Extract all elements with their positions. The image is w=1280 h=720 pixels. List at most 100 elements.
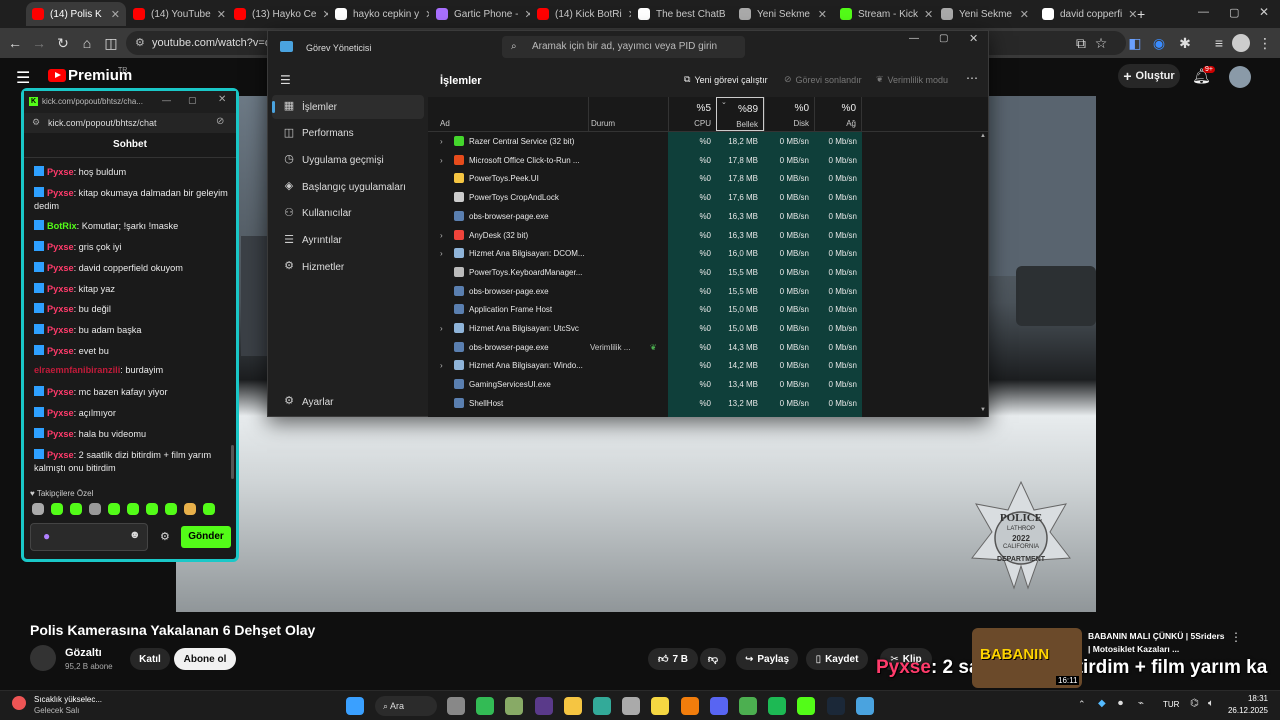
process-row[interactable]: obs-browser-page.exe %0 16,3 MB 0 MB/sn 0 Mb… — [428, 208, 988, 227]
chrome-icon[interactable] — [739, 697, 757, 715]
like-button[interactable]: 👍︎ 7 B — [648, 648, 698, 670]
tm-hamburger-icon[interactable]: ☰ — [280, 73, 291, 87]
new-tab-button[interactable]: + — [1137, 6, 1145, 22]
browser-tab[interactable]: hayko cepkin y ✕ — [329, 2, 429, 26]
reload-icon[interactable]: ↻ — [54, 34, 72, 52]
kick-eye-off-icon[interactable]: ⊘ — [216, 116, 224, 127]
col-disk-header[interactable]: %0 Disk — [764, 97, 814, 131]
tm-minimize-icon[interactable]: — — [909, 33, 919, 44]
tm-nav-item[interactable]: ▦ İşlemler — [272, 95, 424, 119]
clock-date[interactable]: 26.12.2025 — [1222, 706, 1268, 715]
translate-icon[interactable]: ◧ — [1126, 34, 1144, 52]
task-manager-app-icon[interactable] — [855, 697, 874, 715]
process-row[interactable]: ShellHost %0 13,2 MB 0 MB/sn 0 Mb/sn — [428, 395, 988, 414]
chat-username[interactable]: BotRix — [47, 221, 77, 231]
channel-avatar[interactable] — [30, 645, 56, 671]
extensions-puzzle-icon[interactable]: ✱ — [1176, 34, 1194, 52]
search-app-icon[interactable] — [680, 697, 699, 715]
kick-address-text[interactable]: kick.com/popout/bhtsz/chat — [48, 118, 157, 128]
edge-icon[interactable] — [593, 697, 611, 715]
col-name-header[interactable]: Ad — [440, 97, 580, 131]
spotify-icon[interactable] — [768, 697, 787, 715]
tm-nav-item[interactable]: ⚇ Kullanıcılar — [272, 202, 424, 226]
tm-nav-item[interactable]: ◈ Başlangıç uygulamaları — [272, 175, 424, 199]
chat-username[interactable]: Pyxse — [47, 242, 74, 252]
discord-icon[interactable] — [709, 697, 728, 715]
process-search-input[interactable]: ⌕ Aramak için bir ad, yayımcı veya PID g… — [502, 36, 745, 58]
scroll-down-arrow-icon[interactable]: ▼ — [980, 407, 986, 413]
folder-icon[interactable] — [563, 697, 582, 715]
tab-close-icon[interactable]: ✕ — [524, 8, 530, 21]
browser-tab[interactable]: (14) Polis K ✕ — [26, 2, 126, 26]
browser-tab[interactable]: david copperfi ✕ — [1036, 2, 1136, 26]
chat-username[interactable]: Pyxse — [47, 167, 74, 177]
chat-username[interactable]: Pyxse — [47, 429, 74, 439]
expand-chevron-icon[interactable]: › — [440, 361, 443, 370]
expand-chevron-icon[interactable]: › — [440, 249, 443, 258]
back-icon[interactable]: ← — [6, 34, 24, 52]
account-avatar[interactable] — [1229, 66, 1251, 88]
recommended-thumbnail[interactable]: BABANIN 16:11 — [972, 628, 1082, 688]
tray-usb-icon[interactable]: ⌁ — [1138, 698, 1144, 709]
browser-tab[interactable]: Stream - Kick ✕ — [834, 2, 934, 26]
process-row[interactable]: Application Frame Host %0 15,0 MB 0 MB/sn 0 … — [428, 301, 988, 320]
chat-username[interactable]: Pyxse — [47, 387, 74, 397]
kick-app-icon[interactable] — [797, 697, 816, 715]
emote-icon[interactable] — [165, 503, 177, 515]
maximize-icon[interactable]: ▢ — [1229, 6, 1239, 19]
tab-close-icon[interactable]: ✕ — [1128, 8, 1136, 21]
tm-close-icon[interactable]: ✕ — [969, 32, 978, 45]
expand-chevron-icon[interactable]: › — [440, 231, 443, 240]
process-row[interactable]: GamingServicesUI.exe %0 13,4 MB 0 MB/sn 0 Mb… — [428, 376, 988, 395]
tm-nav-item[interactable]: ◫ Performans — [272, 122, 424, 146]
browser-tab[interactable]: (14) YouTube ✕ — [127, 2, 227, 26]
kick-scrollbar[interactable] — [231, 445, 234, 479]
terminal-icon[interactable] — [476, 697, 495, 715]
tray-overflow-icon[interactable]: ⌃ — [1078, 699, 1086, 710]
emoji-icon[interactable]: ☻ — [129, 529, 141, 541]
tab-close-icon[interactable]: ✕ — [628, 8, 631, 21]
chat-username[interactable]: Pyxse — [47, 304, 74, 314]
chat-username[interactable]: Pyxse — [47, 408, 74, 418]
browser-tab[interactable]: Yeni Sekme ✕ — [935, 2, 1035, 26]
split-view-icon[interactable]: ◫ — [102, 34, 120, 52]
file-explorer-icon[interactable] — [447, 697, 465, 715]
col-network-header[interactable]: %0 Ağ — [814, 97, 862, 131]
youtube-logo-icon[interactable] — [48, 69, 66, 82]
minimize-icon[interactable]: — — [1198, 6, 1209, 18]
chat-username[interactable]: Pyxse — [47, 188, 74, 198]
tray-app-icon[interactable]: ◆ — [1098, 698, 1106, 709]
tm-more-options-icon[interactable]: ⋯ — [966, 71, 978, 85]
process-row[interactable]: › Hizmet Ana Bilgisayarı: Windo... %0 14,2 … — [428, 357, 988, 376]
tm-settings-nav[interactable]: ⚙ Ayarlar — [272, 390, 424, 414]
end-task-button[interactable]: ⊘ Görevi sonlandır — [784, 74, 862, 85]
emote-icon[interactable] — [32, 503, 44, 515]
process-row[interactable]: PowerToys.KeyboardManager... %0 15,5 MB 0 M… — [428, 264, 988, 283]
notes-icon[interactable] — [651, 697, 670, 715]
process-row[interactable]: › Razer Central Service (32 bit) %0 18,2 MB… — [428, 133, 988, 152]
emote-icon[interactable] — [146, 503, 158, 515]
tm-nav-item[interactable]: ⚙ Hizmetler — [272, 255, 424, 279]
expand-chevron-icon[interactable]: › — [440, 324, 443, 333]
process-row[interactable]: obs-browser-page.exe Verimlilik ... ❦ %0 14,… — [428, 339, 988, 358]
recommended-title[interactable]: BABANIN MALI ÇÜNKÜ | 5Sriders | Motosikl… — [1088, 630, 1228, 656]
browser-tab[interactable]: (13) Hayko Ce ✕ — [228, 2, 328, 26]
create-button[interactable]: + Oluştur — [1118, 64, 1180, 88]
col-status-header[interactable]: Durum — [588, 97, 668, 131]
app-icon[interactable] — [505, 697, 524, 715]
browser-tab[interactable]: Yeni Sekme ✕ — [733, 2, 833, 26]
kick-chat-input[interactable]: ● ☻ — [30, 523, 148, 551]
media-control-icon[interactable]: ≡ — [1210, 34, 1228, 52]
tray-mic-icon[interactable]: ⏺ — [1118, 698, 1123, 709]
taskbar-search[interactable]: ⌕ Ara — [375, 696, 437, 716]
kick-close-icon[interactable]: ✕ — [218, 94, 226, 105]
chat-username[interactable]: Pyxse — [47, 263, 74, 273]
browser-menu-icon[interactable]: ⋮ — [1256, 34, 1274, 52]
input-language[interactable]: TUR — [1163, 700, 1179, 709]
tab-close-icon[interactable]: ✕ — [217, 8, 226, 21]
emote-icon[interactable] — [89, 503, 101, 515]
chat-username[interactable]: Pyxse — [47, 284, 74, 294]
tab-close-icon[interactable]: ✕ — [924, 8, 933, 21]
kick-site-info-icon[interactable]: ⚙ — [32, 117, 40, 128]
obs-icon[interactable] — [534, 697, 553, 715]
